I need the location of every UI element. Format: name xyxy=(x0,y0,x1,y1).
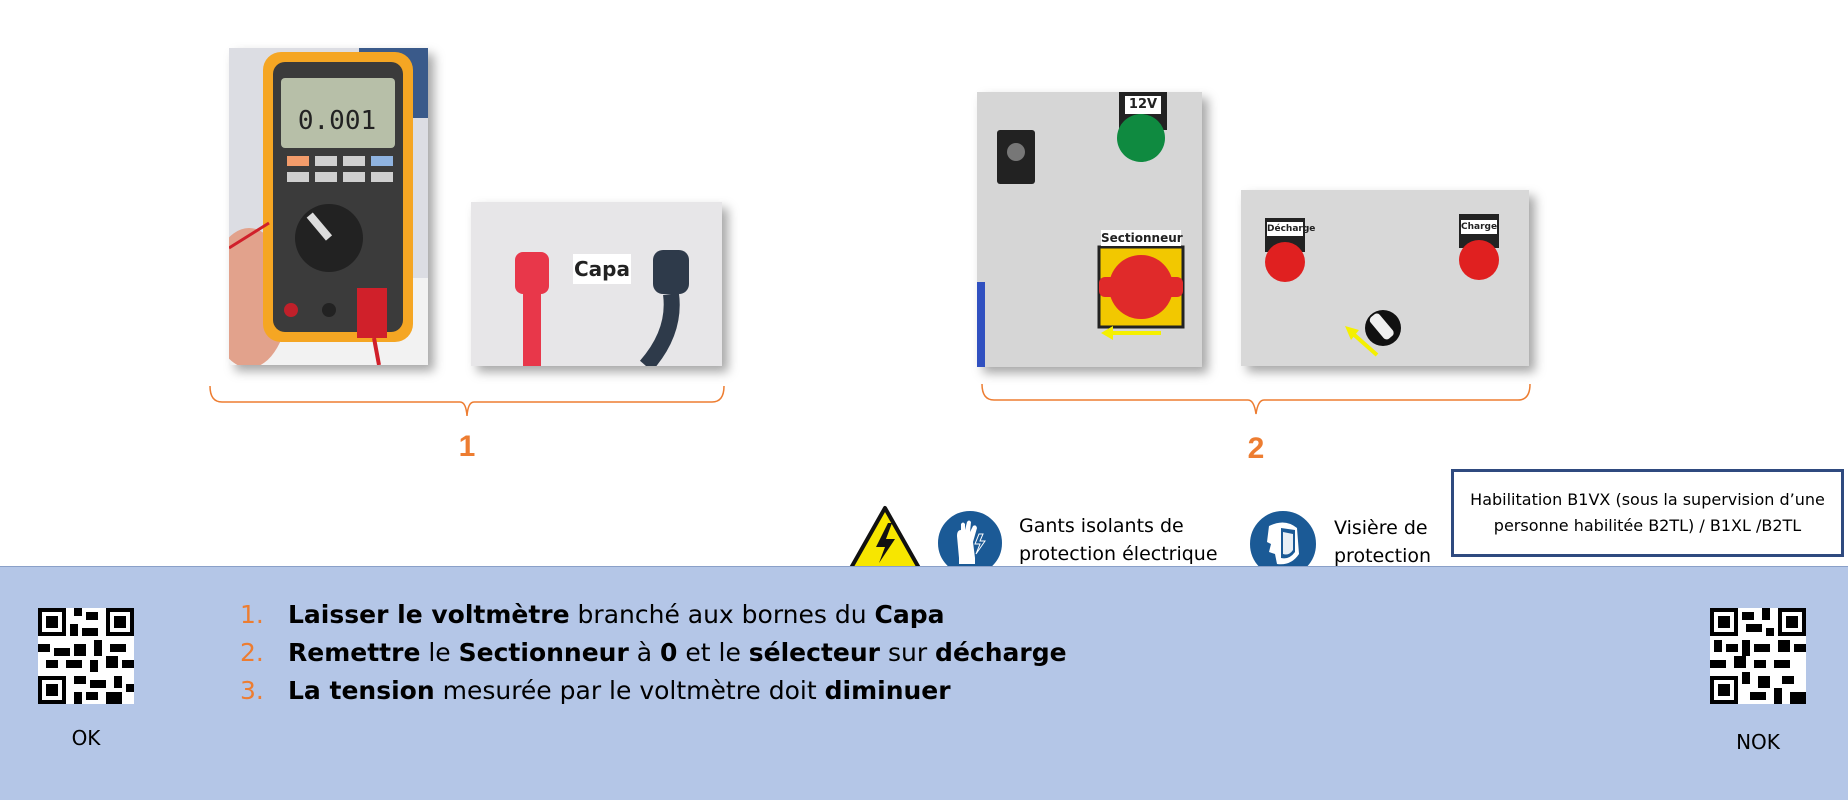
instruction-number: 2. xyxy=(240,638,264,667)
panel-12v-label: 12V xyxy=(1125,96,1161,114)
charge-label: Charge xyxy=(1461,220,1498,234)
instruction-text: à xyxy=(628,638,661,667)
capa-terminals-illustration xyxy=(471,202,722,366)
instruction-text-bold: Sectionneur xyxy=(458,638,629,667)
instruction-text: branché aux bornes du xyxy=(569,600,875,629)
instruction-text: sur xyxy=(880,638,936,667)
instruction-text: mesurée par le voltmètre doit xyxy=(434,676,825,705)
instruction-text: et le xyxy=(677,638,749,667)
group-1-number: 1 xyxy=(458,430,476,463)
decharge-label: Décharge xyxy=(1267,222,1316,236)
instruction-text-bold: 0 xyxy=(660,638,678,667)
instruction-text-bold: Capa xyxy=(874,600,945,629)
instruction-text-bold: sélecteur xyxy=(748,638,880,667)
instruction-list: 1. Laisser le voltmètre branché aux borne… xyxy=(240,596,1067,710)
nok-label: NOK xyxy=(1736,730,1780,754)
gloves-label-line-1: Gants isolants de xyxy=(1019,515,1184,537)
habilitation-box: Habilitation B1VX (sous la supervision d… xyxy=(1451,469,1844,557)
instruction-number: 1. xyxy=(240,600,264,629)
gloves-label: Gants isolants de protection électrique xyxy=(1019,512,1218,568)
instruction-text: le xyxy=(420,638,459,667)
sectionneur-label: Sectionneur xyxy=(1101,230,1183,246)
instruction-number: 3. xyxy=(240,676,264,705)
instruction-item: 3. La tension mesurée par le voltmètre do… xyxy=(240,672,1067,710)
selector-panel-illustration xyxy=(1241,190,1529,366)
sectionneur-panel-photo: 12V Sectionneur xyxy=(977,92,1202,367)
multimeter-illustration xyxy=(229,48,428,365)
instruction-text-bold: La tension xyxy=(288,676,435,705)
instruction-item: 2. Remettre le Sectionneur à 0 et le séle… xyxy=(240,634,1067,672)
capa-terminals-photo: Capa xyxy=(471,202,722,366)
ok-qr-code-icon[interactable] xyxy=(38,608,134,704)
instruction-text-bold: Remettre xyxy=(288,638,421,667)
visor-label-line-1: Visière de xyxy=(1334,517,1428,539)
ok-label: OK xyxy=(71,726,101,750)
group-2-brace xyxy=(981,383,1531,415)
instruction-text-bold: Laisser le voltmètre xyxy=(288,600,570,629)
nok-qr-code-icon[interactable] xyxy=(1710,608,1806,704)
visor-label: Visière de protection xyxy=(1334,514,1431,570)
instruction-text-bold: diminuer xyxy=(824,676,951,705)
gloves-label-line-2: protection électrique xyxy=(1019,543,1218,565)
multimeter-display-reading: 0.001 xyxy=(297,106,377,136)
habilitation-text: Habilitation B1VX (sous la supervision d… xyxy=(1470,490,1825,535)
instruction-item: 1. Laisser le voltmètre branché aux borne… xyxy=(240,596,1067,634)
group-1-brace xyxy=(209,385,725,417)
multimeter-photo: 0.001 xyxy=(229,48,428,365)
capa-label: Capa xyxy=(573,254,631,284)
instruction-text-bold: décharge xyxy=(935,638,1067,667)
selector-panel-photo: Décharge Charge xyxy=(1241,190,1529,366)
group-2-number: 2 xyxy=(1247,432,1265,465)
electrical-hazard-icon xyxy=(849,506,921,570)
